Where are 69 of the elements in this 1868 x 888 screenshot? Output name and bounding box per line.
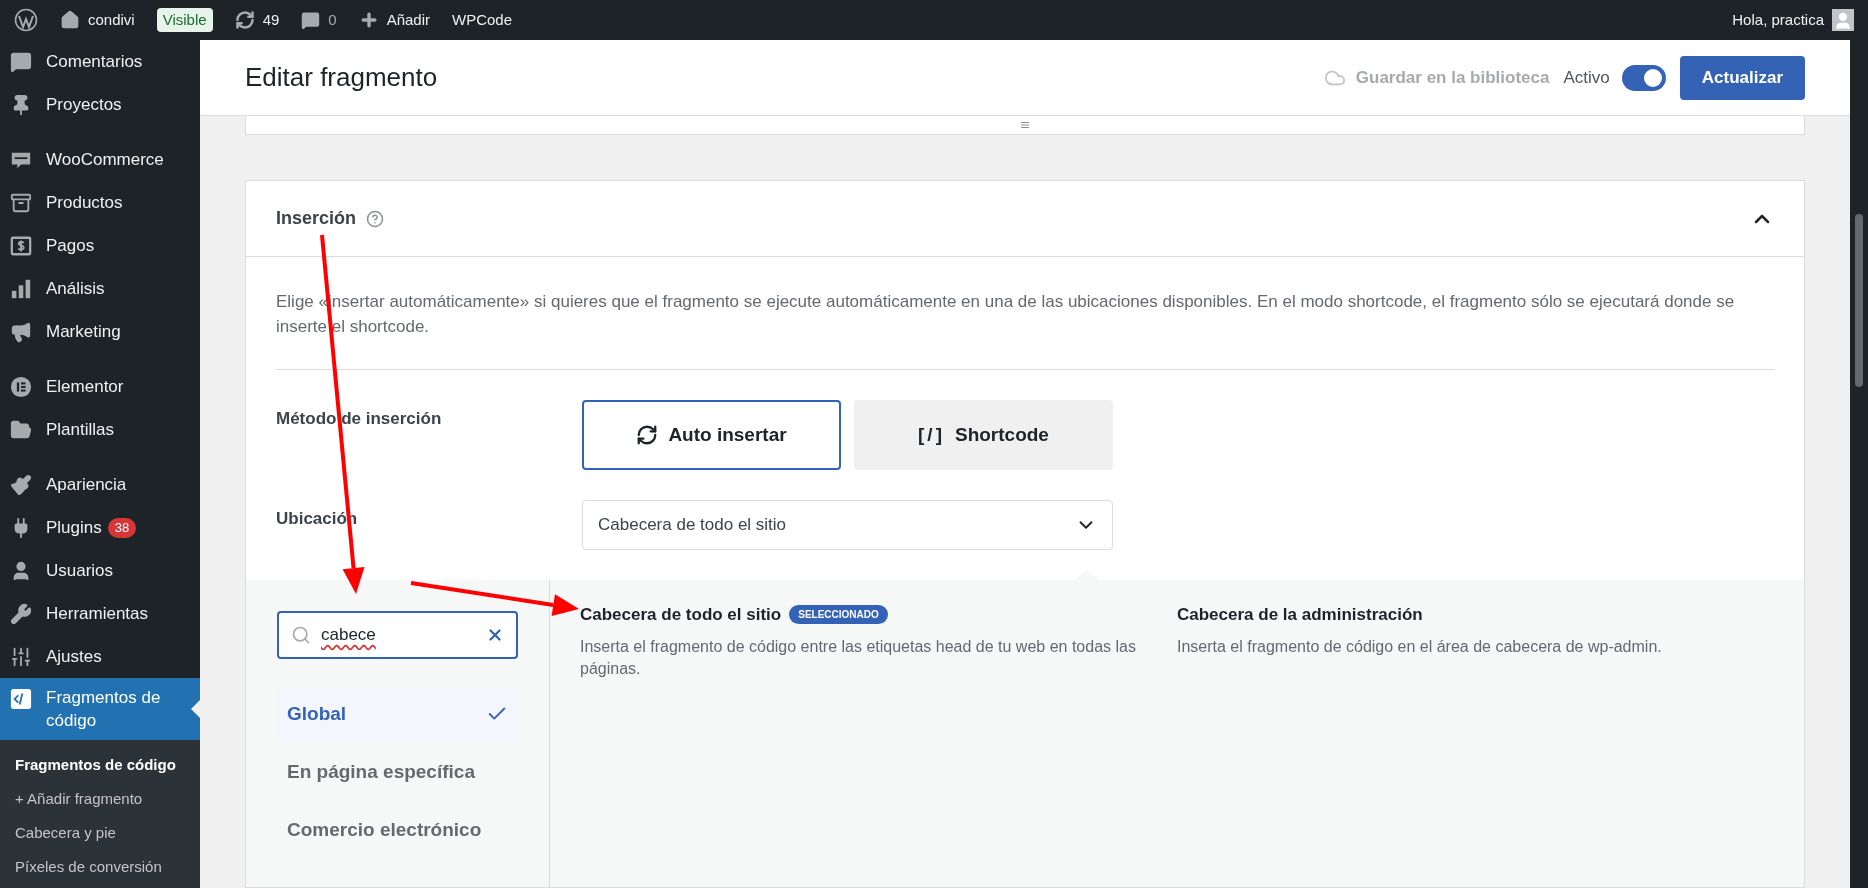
location-title: Cabecera de la administración <box>1177 604 1423 626</box>
category-item[interactable]: En página específica <box>277 745 518 799</box>
active-toggle[interactable] <box>1621 64 1666 91</box>
site-link[interactable]: condivi <box>88 8 135 32</box>
location-option[interactable]: Cabecera de la administración Inserta el fragmento de código en el área de cabecera de wp-admin. <box>1177 602 1744 680</box>
elementor-icon <box>10 375 32 398</box>
menu-item[interactable]: Comentarios <box>0 40 200 83</box>
visibility-badge: Visible <box>156 7 213 33</box>
location-description: Inserta el fragmento de código en el área de cabecera de wp-admin. <box>1177 636 1663 657</box>
menu-item[interactable]: Usuarios <box>0 549 200 592</box>
refresh-icon <box>234 10 255 30</box>
submenu-item[interactable]: Píxeles de conversión <box>0 850 200 884</box>
wrench-icon <box>10 602 32 625</box>
selected-badge: SELECCIONADO <box>789 605 888 625</box>
location-option[interactable]: Cabecera de todo el sitio SELECCIONADO Inserta el fragmento de código entre las etiquetas head de tu web en todas las páginas. <box>580 602 1147 680</box>
speech-bubble-icon <box>301 10 321 30</box>
category-item[interactable]: Comercio electrónico <box>277 803 518 857</box>
refresh-icon <box>636 424 659 446</box>
location-select[interactable]: Cabecera de todo el sitio <box>582 500 1113 550</box>
bar-chart-icon <box>10 277 32 300</box>
home-icon <box>60 10 80 30</box>
code-icon <box>10 688 32 710</box>
speech-bubble-icon <box>10 50 32 73</box>
menu-item[interactable]: Plantillas <box>0 408 200 451</box>
scrollbar[interactable] <box>1850 40 1868 888</box>
location-title: Cabecera de todo el sitio <box>580 604 782 626</box>
toggle-label: Activo <box>1563 66 1610 89</box>
greeting-link[interactable]: Hola, practica <box>1732 8 1824 32</box>
search-field[interactable]: cabece <box>277 611 518 659</box>
count-badge: 38 <box>107 517 137 538</box>
menu-item[interactable]: Herramientas <box>0 592 200 635</box>
submenu-item[interactable]: + Añadir fragmento <box>0 782 200 816</box>
current-indicator <box>191 700 200 718</box>
logo-icon[interactable] <box>14 8 38 32</box>
menu-item[interactable]: Productos <box>0 181 200 224</box>
dollar-icon <box>10 234 32 257</box>
drag-handle-icon[interactable] <box>1021 122 1029 128</box>
paintbrush-icon <box>10 473 32 496</box>
help-icon[interactable] <box>366 209 385 228</box>
menu-item[interactable]: Ajustes <box>0 635 200 678</box>
menu-item[interactable]: Marketing <box>0 310 200 353</box>
page-title: Editar fragmento <box>245 61 438 94</box>
folder-icon <box>10 418 32 441</box>
menu-item[interactable]: Elementor <box>0 365 200 408</box>
menu-item[interactable]: Plugins 38 <box>0 506 200 549</box>
menu-item[interactable]: WooCommerce <box>0 138 200 181</box>
plugin-link[interactable]: WPCode <box>452 8 513 32</box>
clear-icon[interactable] <box>486 626 504 644</box>
section-title: Inserción <box>276 207 357 230</box>
menu-item[interactable]: Apariencia <box>0 463 200 506</box>
megaphone-icon <box>10 320 32 343</box>
comments-count[interactable]: 0 <box>328 8 337 32</box>
sliders-icon <box>10 645 32 668</box>
menu-item[interactable]: Fragmentos de código <box>0 678 200 740</box>
menu-item[interactable]: Pagos <box>0 224 200 267</box>
submenu-item[interactable]: Cabecera y pie <box>0 816 200 850</box>
add-new-link[interactable]: Añadir <box>386 8 430 32</box>
archive-icon <box>10 191 32 214</box>
search-icon <box>291 625 311 645</box>
location-description: Inserta el fragmento de código entre las etiquetas head de tu web en todas las páginas. <box>580 636 1137 679</box>
category-item[interactable]: Global <box>277 687 518 741</box>
update-button[interactable]: Actualizar <box>1679 55 1805 100</box>
submenu-item[interactable]: Fragmentos de código <box>0 748 200 782</box>
field-label: Método de inserción <box>276 408 443 430</box>
menu-item[interactable]: Análisis <box>0 267 200 310</box>
menu-item[interactable]: Proyectos <box>0 83 200 126</box>
method-option[interactable]: Auto insertar <box>582 400 841 470</box>
method-option[interactable]: [/] Shortcode <box>854 400 1113 470</box>
updates-count[interactable]: 49 <box>262 8 280 32</box>
